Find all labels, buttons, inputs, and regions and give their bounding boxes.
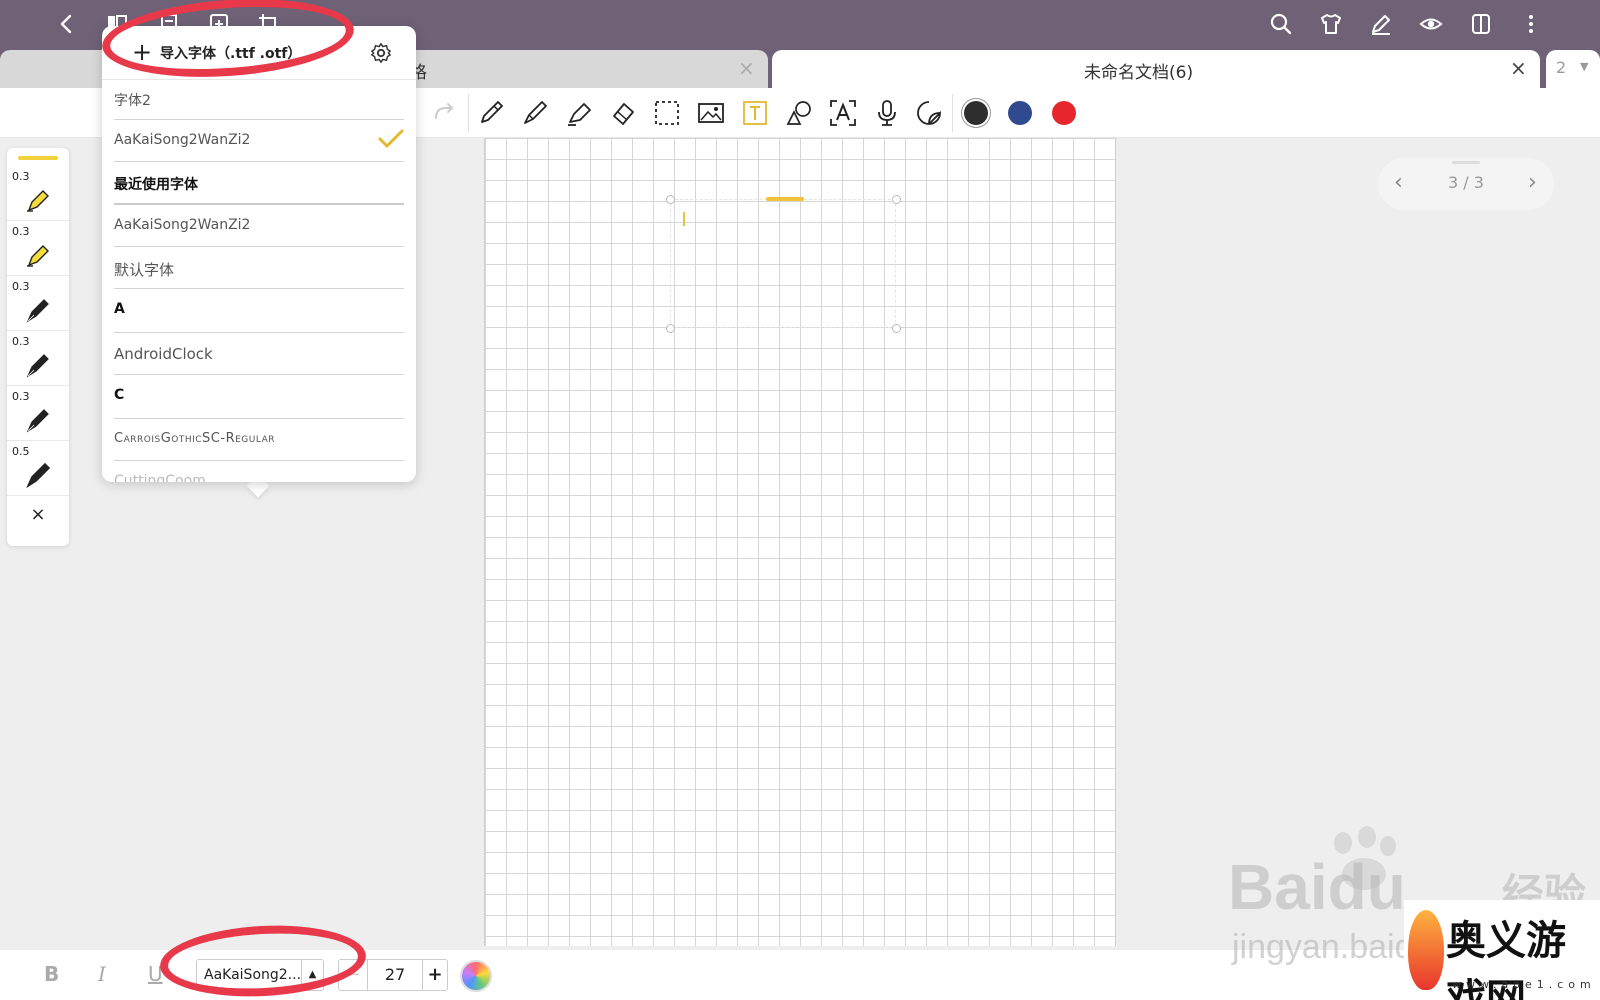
shape-icon[interactable]	[784, 98, 814, 128]
sticker-icon[interactable]	[914, 98, 944, 128]
highlighter-icon[interactable]	[564, 98, 594, 128]
page-navigator: ‹ 3 / 3 ›	[1378, 158, 1554, 210]
bold-button[interactable]: B	[44, 962, 59, 986]
checkmark-icon	[378, 129, 404, 149]
back-icon[interactable]	[54, 12, 80, 38]
pen-size-label: 0.3	[12, 280, 30, 293]
highlighter-icon	[27, 245, 49, 267]
redo-icon[interactable]	[428, 98, 458, 128]
pen-size-label: 0.3	[12, 335, 30, 348]
pen-preset-3[interactable]: 0.3	[7, 276, 69, 331]
font-option[interactable]: CarroisGothicSC-Regular	[114, 419, 404, 461]
chevron-down-icon: ▼	[1580, 60, 1589, 73]
fountain-pen-icon	[26, 299, 49, 323]
image-icon[interactable]	[696, 98, 726, 128]
fountain-pen-icon	[26, 462, 51, 489]
font-option[interactable]: AndroidClock	[114, 333, 404, 375]
pen-palette: 0.3 0.3 0.3 0.3 0.3 0.5 ×	[7, 148, 69, 546]
pen-preset-1[interactable]: 0.3	[7, 166, 69, 221]
pen-edit-icon[interactable]	[1368, 12, 1394, 38]
color-swatch-red[interactable]	[1052, 101, 1076, 125]
pen-size-label: 0.3	[12, 225, 30, 238]
search-icon[interactable]	[1268, 12, 1294, 38]
font-option[interactable]: CuttingCoom	[114, 461, 404, 482]
pen-preset-5[interactable]: 0.3	[7, 386, 69, 441]
shirt-icon[interactable]	[1318, 12, 1344, 38]
text-caret	[683, 212, 685, 226]
pen-size-label: 0.3	[12, 170, 30, 183]
text-tool-icon[interactable]	[740, 98, 770, 128]
text-color-picker[interactable]	[460, 960, 492, 992]
gear-icon[interactable]	[370, 42, 392, 64]
font-option[interactable]: AaKaiSong2WanZi2	[114, 205, 404, 247]
font-option-selected[interactable]: AaKaiSong2WanZi2	[114, 120, 404, 162]
tab-title: 未命名文档(6)	[1084, 63, 1194, 83]
site-logo-url: www.aoe1.com	[1452, 978, 1596, 991]
highlighter-icon	[27, 190, 49, 212]
pen-preset-4[interactable]: 0.3	[7, 331, 69, 386]
tab-close-button[interactable]: ×	[738, 56, 755, 80]
microphone-icon[interactable]	[872, 98, 902, 128]
resize-handle[interactable]	[892, 324, 901, 333]
section-header: 最近使用字体	[114, 162, 404, 205]
next-page-button[interactable]: ›	[1528, 170, 1537, 195]
font-option[interactable]: 字体2	[114, 80, 404, 120]
section-header: C	[114, 375, 404, 419]
resize-handle[interactable]	[666, 324, 675, 333]
pen-preset-6[interactable]: 0.5	[7, 441, 69, 496]
fountain-pen-icon	[26, 354, 49, 378]
tab-overflow-button[interactable]: 2 ▼	[1546, 50, 1600, 88]
tab-close-button[interactable]: ×	[1510, 56, 1527, 80]
baidu-paw-icon	[1358, 826, 1376, 848]
color-swatch-blue[interactable]	[1008, 101, 1032, 125]
eraser-icon[interactable]	[608, 98, 638, 128]
fountain-pen-icon[interactable]	[520, 98, 550, 128]
site-logo-icon	[1408, 910, 1444, 990]
resize-handle[interactable]	[666, 195, 675, 204]
move-handle[interactable]	[766, 197, 804, 201]
divider	[952, 94, 953, 132]
close-icon[interactable]: ×	[7, 504, 69, 525]
more-vertical-icon[interactable]	[1518, 12, 1544, 38]
pen-preset-2[interactable]: 0.3	[7, 221, 69, 276]
tab-count: 2	[1556, 58, 1567, 77]
font-picker-menu: + 导入字体（.ttf .otf） 字体2 AaKaiSong2WanZi2 最…	[102, 26, 416, 482]
pen-size-label: 0.3	[12, 390, 30, 403]
increase-size-button[interactable]: +	[423, 960, 447, 990]
pencil-icon[interactable]	[476, 98, 506, 128]
eye-icon[interactable]	[1418, 12, 1444, 38]
drag-handle[interactable]	[1452, 161, 1480, 164]
font-size-value[interactable]: 27	[367, 960, 423, 990]
book-icon[interactable]	[1468, 12, 1494, 38]
ocr-text-icon[interactable]	[828, 98, 858, 128]
tab-current-document[interactable]: 未命名文档(6) ×	[772, 50, 1540, 88]
divider	[468, 94, 469, 132]
pen-size-label: 0.5	[12, 445, 30, 458]
section-header: A	[114, 289, 404, 333]
active-pen-indicator	[18, 156, 58, 160]
text-box[interactable]	[670, 199, 896, 328]
lasso-select-icon[interactable]	[652, 98, 682, 128]
color-swatch-black[interactable]	[964, 101, 988, 125]
resize-handle[interactable]	[892, 195, 901, 204]
fountain-pen-icon	[26, 409, 49, 433]
font-option[interactable]: 默认字体	[114, 247, 404, 289]
italic-button[interactable]: I	[98, 962, 106, 986]
